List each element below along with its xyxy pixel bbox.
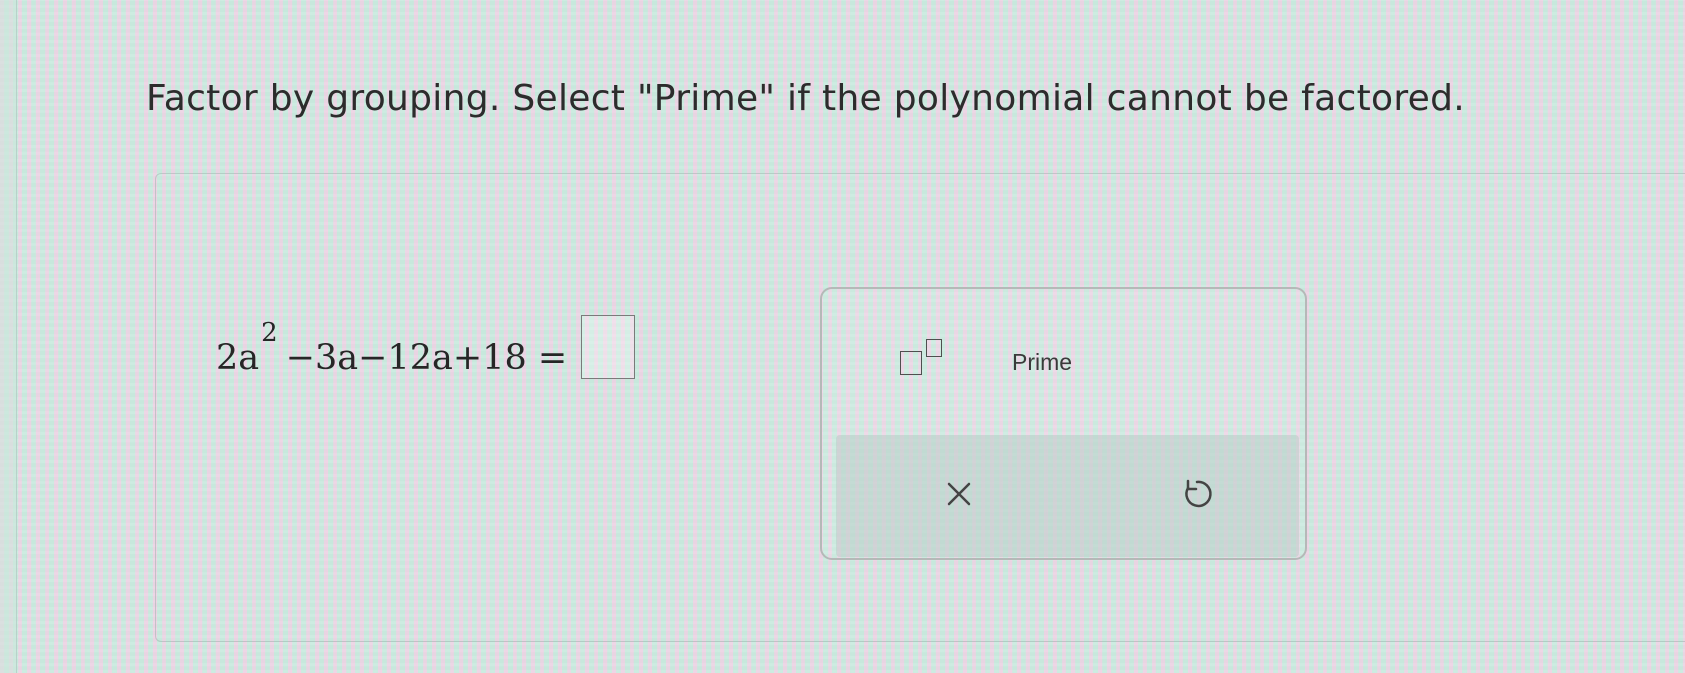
math-tool-panel: Prime bbox=[820, 287, 1307, 560]
prime-button[interactable]: Prime bbox=[1012, 349, 1072, 376]
polynomial-equation: 2a 2 −3a−12a+18 = bbox=[216, 305, 636, 379]
equation-rest: −3a−12a+18 = bbox=[285, 338, 568, 378]
action-bar bbox=[836, 435, 1299, 557]
exponent-template-icon bbox=[900, 351, 922, 375]
close-icon bbox=[947, 482, 971, 506]
exponent-power-box bbox=[926, 339, 942, 357]
left-edge bbox=[0, 0, 17, 673]
undo-button[interactable] bbox=[1172, 469, 1222, 519]
equation-exponent: 2 bbox=[261, 318, 278, 348]
exponent-button[interactable] bbox=[870, 317, 950, 387]
question-instruction: Factor by grouping. Select "Prime" if th… bbox=[146, 78, 1465, 119]
undo-icon bbox=[1185, 479, 1212, 508]
answer-input-box[interactable] bbox=[581, 315, 636, 379]
equation-term-coef: 2a bbox=[216, 338, 260, 378]
clear-button[interactable] bbox=[934, 469, 984, 519]
